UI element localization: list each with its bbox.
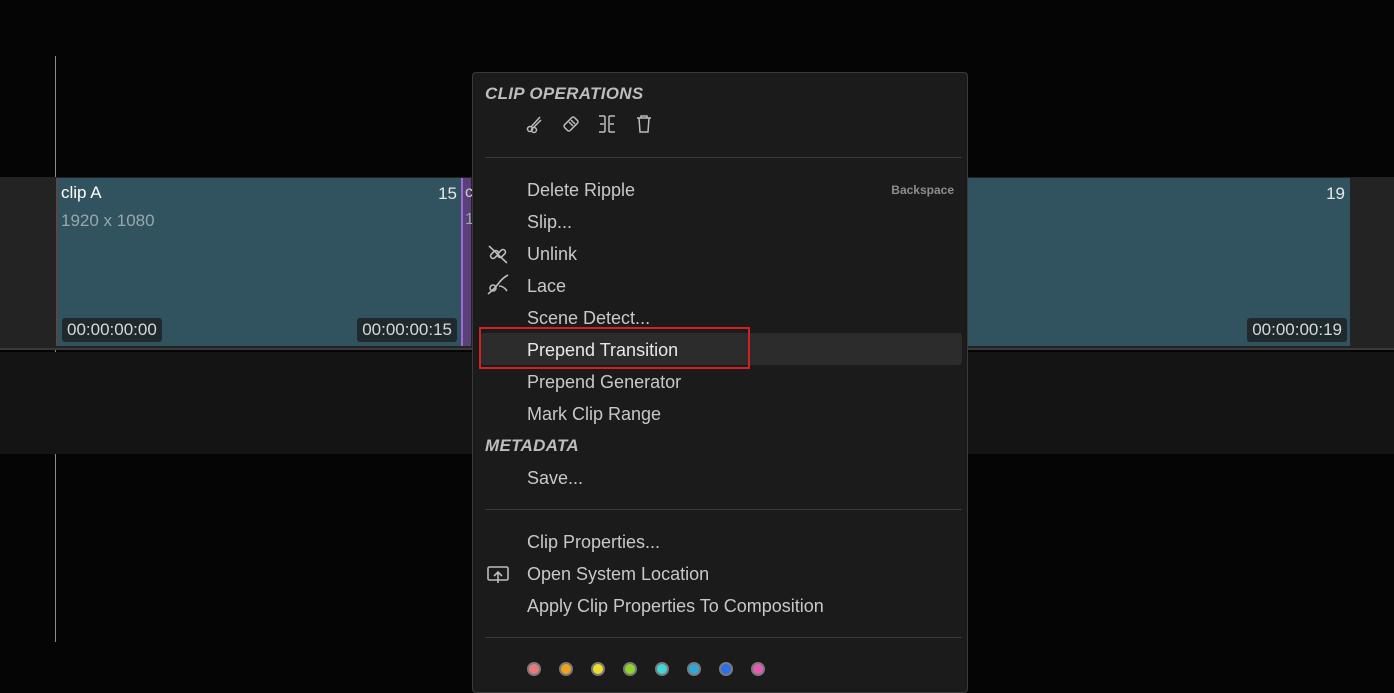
menu-item-label: Save... — [527, 468, 584, 488]
color-label-dot[interactable] — [751, 662, 765, 676]
clip-a[interactable]: clip A 1920 x 1080 15 00:00:00:00 00:00:… — [56, 178, 461, 346]
menu-item-label: Apply Clip Properties To Composition — [527, 596, 824, 616]
menu-item-apply-clip-properties[interactable]: Apply Clip Properties To Composition — [481, 592, 962, 620]
menu-item-label: Slip... — [527, 212, 573, 232]
lace-icon — [485, 272, 511, 303]
color-label-dot[interactable] — [527, 662, 541, 676]
menu-item-label: Open System Location — [527, 564, 710, 584]
ripple-blade-icon[interactable] — [561, 114, 581, 139]
menu-separator — [485, 637, 962, 638]
clip-timecode-end: 00:00:00:15 — [357, 318, 457, 342]
menu-item-clip-properties[interactable]: Clip Properties... — [481, 528, 962, 556]
menu-separator — [485, 157, 962, 158]
trash-icon[interactable] — [634, 114, 654, 139]
clip-c[interactable]: 19 00:00:00:19 — [966, 178, 1350, 346]
menu-item-label: Unlink — [527, 244, 578, 264]
metadata-header: METADATA — [485, 436, 579, 455]
menu-item-mark-clip-range[interactable]: Mark Clip Range — [481, 400, 962, 428]
color-label-dot[interactable] — [719, 662, 733, 676]
menu-item-shortcut: Backspace — [891, 183, 954, 197]
clip-resolution: 1920 x 1080 — [61, 211, 155, 230]
unlink-icon — [485, 241, 511, 272]
menu-item-unlink[interactable]: Unlink — [481, 240, 962, 268]
clip-timecode-start: 00:00:00:00 — [62, 318, 162, 342]
menu-item-save[interactable]: Save... — [481, 464, 962, 492]
color-label-dot[interactable] — [687, 662, 701, 676]
annotation-highlight-box — [479, 327, 750, 369]
clip-b-selected[interactable]: c 1 — [461, 178, 474, 346]
scissors-icon[interactable] — [525, 114, 545, 139]
clip-timecode-end: 00:00:00:19 — [1247, 318, 1347, 342]
color-label-dot[interactable] — [591, 662, 605, 676]
split-icon[interactable] — [597, 114, 617, 139]
clip-frame-count: 15 — [438, 184, 457, 203]
menu-item-label: Prepend Generator — [527, 372, 682, 392]
menu-item-label: Clip Properties... — [527, 532, 661, 552]
clip-frame-count: 19 — [1326, 184, 1345, 203]
menu-item-label: Lace — [527, 276, 567, 296]
menu-item-prepend-generator[interactable]: Prepend Generator — [481, 368, 962, 396]
menu-item-open-system-location[interactable]: Open System Location — [481, 560, 962, 588]
color-label-dot[interactable] — [623, 662, 637, 676]
color-label-dot[interactable] — [559, 662, 573, 676]
menu-separator — [485, 509, 962, 510]
menu-item-label: Delete Ripple — [527, 180, 636, 200]
menu-item-lace[interactable]: Lace — [481, 272, 962, 300]
clip-name: clip A — [61, 183, 102, 202]
menu-item-slip[interactable]: Slip... — [481, 208, 962, 236]
menu-item-label: Mark Clip Range — [527, 404, 662, 424]
open-location-icon — [485, 562, 511, 593]
menu-item-label: Scene Detect... — [527, 308, 651, 328]
color-label-dot[interactable] — [655, 662, 669, 676]
menu-item-delete-ripple[interactable]: Delete Ripple Backspace — [481, 176, 962, 204]
clip-operations-header: CLIP OPERATIONS — [485, 84, 644, 103]
